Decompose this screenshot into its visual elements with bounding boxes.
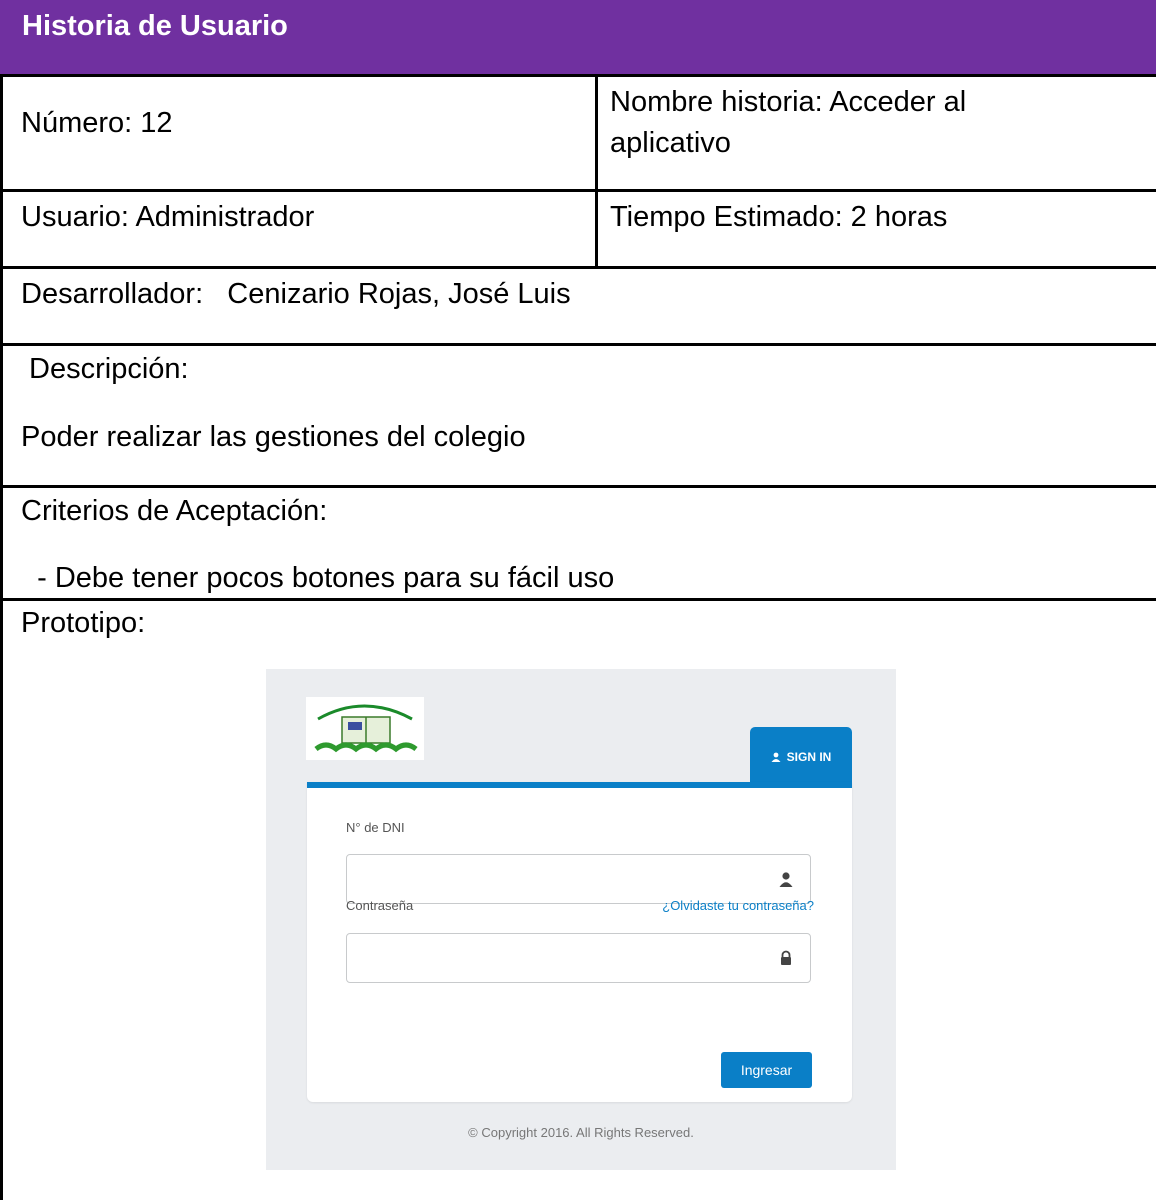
dni-input[interactable] [346,854,811,904]
story-header: Historia de Usuario [0,0,1156,74]
story-estimated-time: Tiempo Estimado: 2 horas [610,201,948,233]
forgot-password-link[interactable]: ¿Olvidaste tu contraseña? [662,898,814,913]
story-user: Usuario: Administrador [21,201,315,233]
row-number-name: Número: 12 Nombre historia: Acceder al a… [0,74,1156,189]
login-prototype-screenshot: SIGN IN N° de DNI Contraseña ¿Olvidaste … [266,669,896,1170]
login-submit-button[interactable]: Ingresar [721,1052,812,1088]
lock-icon [781,950,791,965]
password-input[interactable] [346,933,811,983]
story-name-line2: aplicativo [610,127,731,159]
column-divider [595,77,598,189]
row-acceptance-criteria: Criterios de Aceptación: - Debe tener po… [0,485,1156,598]
criteria-label: Criterios de Aceptación: [21,495,328,527]
column-divider [595,192,598,266]
user-icon [779,872,793,887]
row-user-time: Usuario: Administrador Tiempo Estimado: … [0,189,1156,266]
user-story-document: Historia de Usuario Número: 12 Nombre hi… [0,0,1156,1200]
login-card: N° de DNI Contraseña ¿Olvidaste tu contr… [307,782,852,1102]
user-icon [771,752,781,762]
password-label: Contraseña [346,898,414,913]
story-developer: Desarrollador: Cenizario Rojas, José Lui… [21,278,571,310]
prototype-label: Prototipo: [21,607,146,639]
tab-sign-in[interactable]: SIGN IN [750,727,852,787]
dni-label: N° de DNI [346,820,405,835]
row-description: Descripción: Poder realizar las gestione… [0,343,1156,485]
story-title: Historia de Usuario [22,10,288,42]
criteria-item: - Debe tener pocos botones para su fácil… [21,562,615,594]
copyright-footer: © Copyright 2016. All Rights Reserved. [468,1125,694,1140]
school-logo [306,697,424,760]
row-developer: Desarrollador: Cenizario Rojas, José Lui… [0,266,1156,343]
story-name-line1: Nombre historia: Acceder al [610,86,967,118]
description-label: Descripción: [21,353,189,385]
tab-sign-in-label: SIGN IN [786,750,832,764]
story-number: Número: 12 [21,107,173,139]
description-text: Poder realizar las gestiones del colegio [21,421,526,453]
